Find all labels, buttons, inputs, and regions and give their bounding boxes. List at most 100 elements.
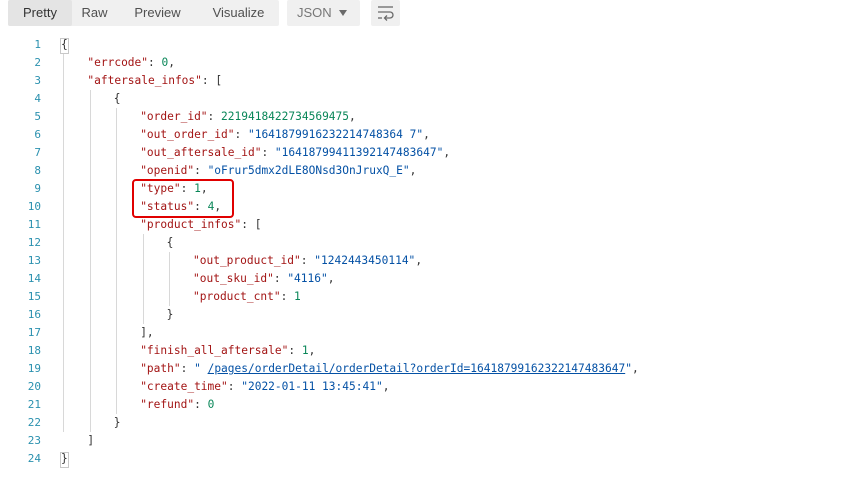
json-string: "1242443450114": [314, 254, 416, 267]
code-text: "out_product_id": "1242443450114",: [193, 252, 422, 270]
code-line: 5 "order_id": 2219418422734569475,: [0, 108, 858, 126]
json-punctuation: ,: [443, 146, 451, 159]
code-text: {: [167, 234, 174, 252]
json-key: "create_time": [140, 380, 228, 393]
code-text: }: [61, 450, 68, 468]
code-text: {: [61, 36, 68, 54]
json-key: "openid": [140, 164, 195, 177]
json-punctuation: }: [113, 416, 121, 429]
line-number: 7: [34, 146, 41, 159]
line-number: 10: [27, 200, 41, 213]
json-punctuation: :: [227, 380, 242, 393]
json-key: "order_id": [140, 110, 208, 123]
json-punctuation: ,: [327, 272, 335, 285]
json-punctuation: :: [273, 272, 288, 285]
code-text: {: [114, 90, 121, 108]
code-line: 14 "out_sku_id": "4116",: [0, 270, 858, 288]
code-line: 17],: [0, 324, 858, 342]
line-number: 22: [27, 416, 41, 429]
tab-pretty[interactable]: Pretty: [8, 0, 72, 26]
code-text: "create_time": "2022-01-11 13:45:41",: [140, 378, 389, 396]
json-string: "oFrur5dmx2dLE8ONsd3OnJruxQ_E": [207, 164, 410, 177]
line-number: 15: [27, 290, 41, 303]
json-key: "out_aftersale_id": [140, 146, 262, 159]
json-punctuation: ,: [349, 110, 356, 123]
code-text: "path": " /pages/orderDetail/orderDetail…: [140, 360, 639, 378]
code-line: 16}: [0, 306, 858, 324]
code-text: "aftersale_infos": [: [87, 72, 222, 90]
highlight-annotation-box: [132, 179, 234, 218]
code-text: ]: [87, 432, 94, 450]
json-punctuation: :: [180, 362, 195, 375]
json-key: "product_cnt": [193, 290, 281, 303]
json-string: ": [625, 362, 632, 375]
code-line: 8 "openid": "oFrur5dmx2dLE8ONsd3OnJruxQ_E…: [0, 162, 858, 180]
code-text: "errcode": 0,: [87, 54, 175, 72]
code-text: "out_aftersale_id": "1641879941139214748…: [140, 144, 450, 162]
format-select[interactable]: JSON: [287, 0, 360, 26]
line-number: 6: [34, 128, 41, 141]
code-text: "finish_all_aftersale": 1,: [140, 342, 315, 360]
json-key: "product_infos": [140, 218, 242, 231]
json-punctuation: :: [288, 344, 302, 357]
json-punctuation: ,: [168, 56, 175, 69]
json-punctuation: ,: [382, 380, 390, 393]
json-punctuation: :: [148, 56, 162, 69]
json-string: "2022-01-11 13:45:41": [241, 380, 383, 393]
json-punctuation: ],: [140, 326, 154, 339]
json-punctuation: }: [61, 452, 68, 465]
line-number: 16: [27, 308, 41, 321]
tab-raw[interactable]: Raw: [72, 0, 117, 26]
code-text: "order_id": 2219418422734569475,: [140, 108, 356, 126]
json-punctuation: }: [166, 308, 174, 321]
code-line: 4{: [0, 90, 858, 108]
json-string: "4116": [287, 272, 328, 285]
json-punctuation: ,: [631, 362, 639, 375]
json-number: 1: [294, 290, 301, 303]
line-number: 2: [34, 56, 41, 69]
format-select-value: JSON: [297, 5, 332, 20]
json-punctuation: ,: [409, 164, 417, 177]
chevron-down-icon: [339, 10, 347, 16]
line-number: 4: [34, 92, 41, 105]
json-key: "out_product_id": [193, 254, 301, 267]
response-toolbar: Pretty Raw Preview Visualize JSON: [0, 0, 858, 28]
wrap-lines-button[interactable]: [371, 0, 400, 26]
code-text: ],: [140, 324, 153, 342]
code-line: 2 "errcode": 0,: [0, 54, 858, 72]
json-number: 0: [207, 398, 215, 411]
json-key: "out_sku_id": [193, 272, 274, 285]
line-number: 23: [27, 434, 41, 447]
code-line: 6 "out_order_id": "1641879916232214748364…: [0, 126, 858, 144]
code-text: "out_sku_id": "4116",: [193, 270, 334, 288]
json-key: "aftersale_infos": [87, 74, 202, 87]
code-text: "openid": "oFrur5dmx2dLE8ONsd3OnJruxQ_E"…: [140, 162, 416, 180]
code-line: 13 "out_product_id": "1242443450114",: [0, 252, 858, 270]
json-punctuation: ]: [87, 434, 95, 447]
line-number: 19: [27, 362, 41, 375]
json-string: "1641879916232214748364 7": [247, 128, 424, 141]
line-number: 24: [27, 452, 41, 465]
json-key: "out_order_id": [140, 128, 235, 141]
code-text: "refund": 0: [140, 396, 214, 414]
line-number: 14: [27, 272, 41, 285]
line-number: 18: [27, 344, 41, 357]
json-response-viewer[interactable]: 1{2 "errcode": 0, 3 "aftersale_infos": [4{5…: [0, 36, 858, 476]
json-string: "16418799411392147483647": [274, 146, 444, 159]
json-punctuation: :: [234, 128, 248, 141]
json-punctuation: :: [194, 398, 208, 411]
code-line: 20 "create_time": "2022-01-11 13:45:41",: [0, 378, 858, 396]
view-mode-tabs: Pretty Raw Preview Visualize: [8, 0, 279, 26]
tab-visualize[interactable]: Visualize: [198, 0, 279, 26]
code-line: 22}: [0, 414, 858, 432]
json-number: 2219418422734569475: [221, 110, 350, 123]
json-punctuation: {: [166, 236, 174, 249]
tab-preview[interactable]: Preview: [117, 0, 198, 26]
json-link[interactable]: /pages/orderDetail/orderDetail?orderId=1…: [208, 362, 626, 375]
json-key: "errcode": [87, 56, 149, 69]
code-text: "product_infos": [: [140, 216, 261, 234]
line-number: 20: [27, 380, 41, 393]
line-number: 3: [34, 74, 41, 87]
line-number: 21: [27, 398, 41, 411]
code-text: }: [167, 306, 174, 324]
